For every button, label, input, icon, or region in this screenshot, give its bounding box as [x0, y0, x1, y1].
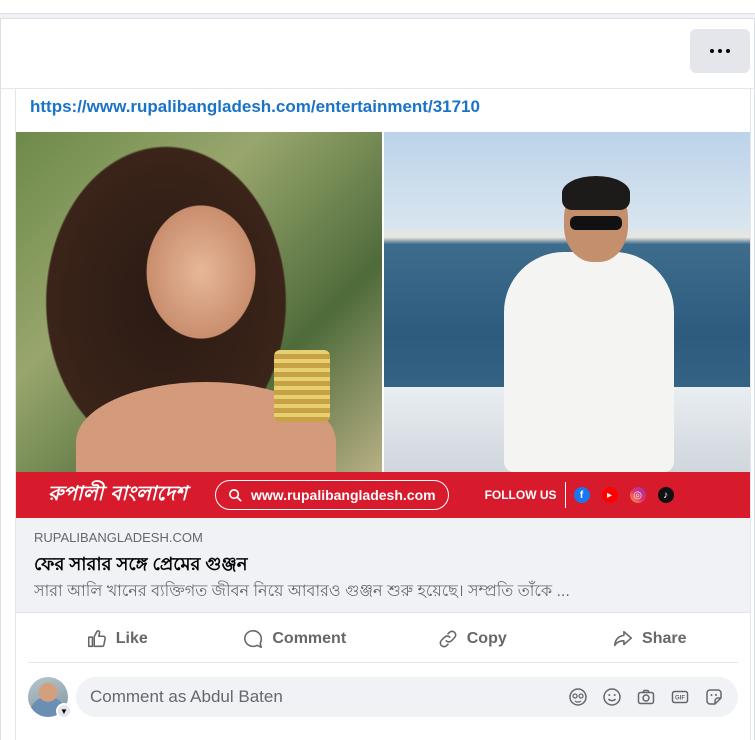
ellipsis-icon-dot: [718, 49, 722, 53]
comment-box: GIF: [76, 677, 738, 717]
sticker-icon[interactable]: [704, 687, 724, 707]
news-banner: রুপালী বাংলাদেশ www.rupalibangladesh.com…: [16, 472, 750, 518]
banner-separator: [564, 482, 566, 508]
preview-description: সারা আলি খানের ব্যক্তিগত জীবন নিয়ে আবার…: [34, 583, 570, 600]
svg-text:GIF: GIF: [675, 696, 685, 702]
photo-shape: [504, 252, 674, 472]
thumbs-up-icon: [87, 629, 106, 647]
speech-bubble-icon: [244, 629, 263, 648]
copy-button[interactable]: Copy: [383, 615, 561, 662]
share-label: Share: [642, 629, 687, 647]
search-icon: [228, 488, 242, 502]
link-preview-image[interactable]: রুপালী বাংলাদেশ www.rupalibangladesh.com…: [16, 132, 750, 518]
banner-url-text: www.rupalibangladesh.com: [250, 487, 436, 503]
feed-page: https://www.rupalibangladesh.com/enterta…: [0, 0, 755, 740]
post-card: https://www.rupalibangladesh.com/enterta…: [0, 18, 755, 740]
avatar-sticker-icon[interactable]: [568, 687, 588, 707]
shared-post: https://www.rupalibangladesh.com/enterta…: [15, 89, 751, 740]
comment-input[interactable]: [90, 687, 568, 707]
comment-tools: GIF: [568, 687, 724, 707]
preview-domain: RUPALIBANGLADESH.COM: [34, 530, 203, 545]
comment-composer: ▼ GIF: [28, 675, 738, 719]
post-link[interactable]: https://www.rupalibangladesh.com/enterta…: [30, 97, 480, 117]
comment-label: Comment: [272, 629, 347, 647]
emoji-icon[interactable]: [602, 687, 622, 707]
previous-post-edge: [0, 0, 755, 14]
facebook-icon: f: [573, 487, 590, 503]
banner-url-pill: www.rupalibangladesh.com: [214, 480, 449, 510]
photo-shape: [570, 216, 622, 230]
link-icon: [439, 630, 457, 647]
more-options-button[interactable]: [690, 29, 750, 73]
youtube-icon: ▸: [601, 487, 618, 503]
banner-follow-text: FOLLOW US: [484, 488, 557, 502]
copy-label: Copy: [466, 629, 507, 647]
comment-button[interactable]: Comment: [206, 615, 384, 662]
banner-socials: f ▸ ◎ ♪: [573, 487, 674, 503]
photo-man-on-boat: [384, 132, 750, 472]
camera-icon[interactable]: [636, 687, 656, 707]
ellipsis-icon-dot: [726, 49, 730, 53]
post-header: [1, 19, 755, 89]
preview-title: ফের সারার সঙ্গে প্রেমের গুঞ্জন: [34, 554, 248, 574]
like-button[interactable]: Like: [28, 615, 206, 662]
post-actions: Like Comment Copy Share: [28, 615, 738, 663]
photo-woman: [16, 132, 382, 502]
tiktok-icon: ♪: [657, 487, 674, 503]
gif-icon[interactable]: GIF: [670, 687, 690, 707]
share-button[interactable]: Share: [561, 615, 739, 662]
ellipsis-icon: [710, 49, 714, 53]
link-preview-meta[interactable]: RUPALIBANGLADESH.COM ফের সারার সঙ্গে প্র…: [16, 518, 750, 613]
avatar[interactable]: ▼: [28, 677, 72, 719]
share-arrow-icon: [613, 630, 633, 646]
chevron-down-icon: ▼: [56, 703, 72, 719]
like-label: Like: [115, 629, 148, 647]
photo-shape: [274, 350, 330, 422]
banner-brand: রুপালী বাংলাদেশ: [48, 480, 187, 505]
instagram-icon: ◎: [629, 487, 646, 503]
photo-shape: [562, 176, 630, 210]
